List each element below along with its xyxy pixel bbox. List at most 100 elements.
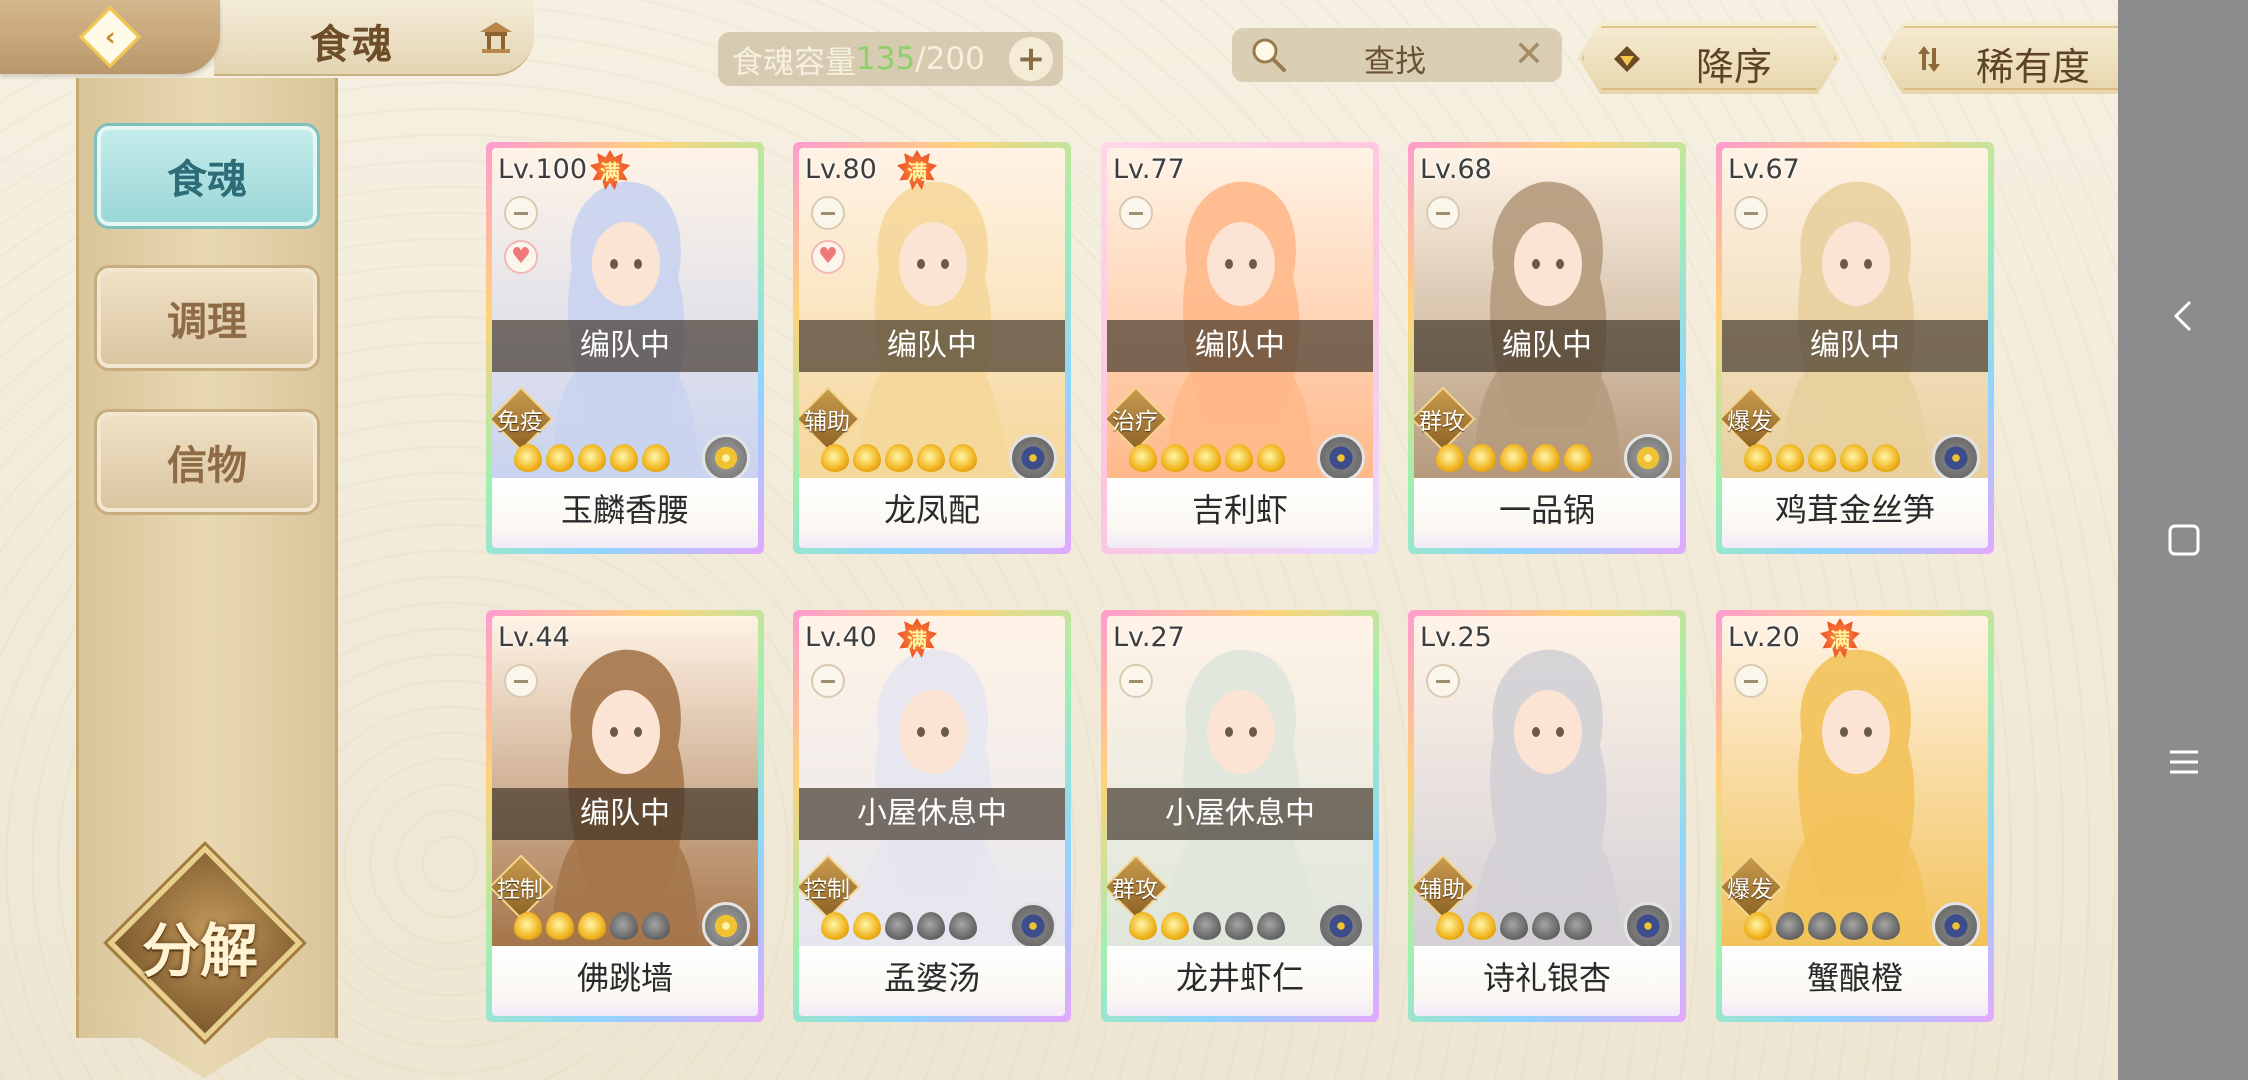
role-badge: 控制 xyxy=(799,854,861,920)
star-rating xyxy=(1744,444,1900,474)
food-soul-card[interactable]: Lv.77 编队中 治疗 吉利虾 xyxy=(1101,142,1379,554)
role-label: 群攻 xyxy=(1419,409,1465,435)
sort-key-button[interactable]: 稀有度 xyxy=(1880,22,2142,94)
star-rating xyxy=(1436,444,1592,474)
food-soul-card[interactable]: Lv.68 编队中 群攻 一品锅 xyxy=(1408,142,1686,554)
element-flower-icon xyxy=(1932,434,1980,482)
tab-food-soul[interactable]: 食魂 xyxy=(97,126,317,226)
system-home-icon[interactable] xyxy=(2164,520,2204,560)
food-soul-card[interactable]: Lv.100 满 ♥ 编队中 免疫 玉麟香腰 xyxy=(486,142,764,554)
heart-icon: ♥ xyxy=(811,240,845,274)
star-icon xyxy=(1840,444,1868,472)
star-icon xyxy=(1161,444,1189,472)
bowl-icon xyxy=(504,196,538,230)
bowl-icon xyxy=(1119,196,1153,230)
role-badge: 爆发 xyxy=(1722,386,1784,452)
level-label: Lv.27 xyxy=(1113,622,1185,653)
level-label: Lv.44 xyxy=(498,622,570,653)
back-button[interactable]: ‹ xyxy=(0,0,220,74)
food-soul-card[interactable]: Lv.25 辅助 诗礼银杏 xyxy=(1408,610,1686,1022)
star-rating xyxy=(514,444,670,474)
sort-swap-icon xyxy=(1914,44,1944,74)
card-inner: Lv.25 辅助 诗礼银杏 xyxy=(1414,616,1680,1016)
character-name: 蟹酿橙 xyxy=(1722,946,1988,1016)
decompose-button[interactable]: 分解 xyxy=(107,845,303,1041)
star-icon xyxy=(1500,444,1528,472)
system-nav-bar xyxy=(2118,0,2248,1080)
star-icon xyxy=(1257,444,1285,472)
character-name: 鸡茸金丝笋 xyxy=(1722,478,1988,548)
back-arrow-icon: ‹ xyxy=(78,5,142,69)
star-icon xyxy=(885,912,913,940)
tab-conditioning[interactable]: 调理 xyxy=(97,268,317,368)
bowl-icon xyxy=(1426,664,1460,698)
food-soul-card[interactable]: Lv.20 满爆发 蟹酿橙 xyxy=(1716,610,1994,1022)
food-soul-card[interactable]: Lv.67 编队中 爆发 鸡茸金丝笋 xyxy=(1716,142,1994,554)
element-flower-icon xyxy=(702,902,750,950)
role-badge: 治疗 xyxy=(1107,386,1169,452)
element-flower-icon xyxy=(1624,434,1672,482)
character-name: 佛跳墙 xyxy=(492,946,758,1016)
search-input[interactable]: 查找 xyxy=(1364,36,1426,81)
system-menu-icon[interactable] xyxy=(2164,742,2204,782)
role-label: 爆发 xyxy=(1727,409,1773,435)
star-icon xyxy=(821,444,849,472)
search-box[interactable]: 查找 ✕ xyxy=(1232,28,1562,82)
star-rating xyxy=(821,444,977,474)
star-rating xyxy=(1129,444,1285,474)
star-icon xyxy=(917,912,945,940)
star-icon xyxy=(1744,912,1772,940)
search-icon xyxy=(1252,38,1286,72)
capacity-add-button[interactable]: + xyxy=(1009,37,1053,81)
level-label: Lv.67 xyxy=(1728,154,1800,185)
star-icon xyxy=(1193,912,1221,940)
food-soul-card[interactable]: Lv.40 满小屋休息中 控制 孟婆汤 xyxy=(793,610,1071,1022)
star-icon xyxy=(1776,444,1804,472)
role-badge: 爆发 xyxy=(1722,854,1784,920)
food-soul-card[interactable]: Lv.80 满 ♥ 编队中 辅助 龙凤配 xyxy=(793,142,1071,554)
star-icon xyxy=(1532,912,1560,940)
food-soul-card[interactable]: Lv.44 编队中 控制 佛跳墙 xyxy=(486,610,764,1022)
page-title: 食魂 xyxy=(310,22,394,68)
card-inner: Lv.40 满小屋休息中 控制 孟婆汤 xyxy=(799,616,1065,1016)
pavilion-icon[interactable] xyxy=(476,20,516,54)
card-inner: Lv.77 编队中 治疗 吉利虾 xyxy=(1107,148,1373,548)
tab-conditioning-label: 调理 xyxy=(167,299,247,345)
star-icon xyxy=(1436,912,1464,940)
tab-tokens[interactable]: 信物 xyxy=(97,412,317,512)
star-icon xyxy=(1225,912,1253,940)
element-flower-icon xyxy=(702,434,750,482)
system-back-icon[interactable] xyxy=(2164,296,2204,336)
sort-order-button[interactable]: 降序 xyxy=(1578,22,1840,94)
star-rating xyxy=(1129,912,1285,942)
status-banner: 小屋休息中 xyxy=(799,788,1065,840)
status-banner: 编队中 xyxy=(1414,320,1680,372)
role-label: 群攻 xyxy=(1112,877,1158,903)
status-banner: 编队中 xyxy=(799,320,1065,372)
role-label: 爆发 xyxy=(1727,877,1773,903)
element-flower-icon xyxy=(1009,434,1057,482)
character-name: 龙凤配 xyxy=(799,478,1065,548)
role-badge: 辅助 xyxy=(1414,854,1476,920)
status-banner: 小屋休息中 xyxy=(1107,788,1373,840)
food-soul-card[interactable]: Lv.27 小屋休息中群攻龙井虾仁 xyxy=(1101,610,1379,1022)
star-icon xyxy=(642,912,670,940)
decompose-label: 分解 xyxy=(141,917,258,985)
role-label: 免疫 xyxy=(497,409,543,435)
capacity-current: 135 xyxy=(856,41,916,77)
role-badge: 控制 xyxy=(492,854,554,920)
star-icon xyxy=(1500,912,1528,940)
role-label: 控制 xyxy=(497,877,543,903)
star-icon xyxy=(1564,912,1592,940)
clear-icon[interactable]: ✕ xyxy=(1514,34,1544,75)
star-icon xyxy=(578,444,606,472)
star-icon xyxy=(1129,912,1157,940)
bowl-icon xyxy=(1734,196,1768,230)
star-icon xyxy=(853,444,881,472)
character-name: 玉麟香腰 xyxy=(492,478,758,548)
character-name: 吉利虾 xyxy=(1107,478,1373,548)
star-icon xyxy=(917,444,945,472)
bowl-icon xyxy=(811,664,845,698)
star-rating xyxy=(821,912,977,942)
character-name: 龙井虾仁 xyxy=(1107,946,1373,1016)
